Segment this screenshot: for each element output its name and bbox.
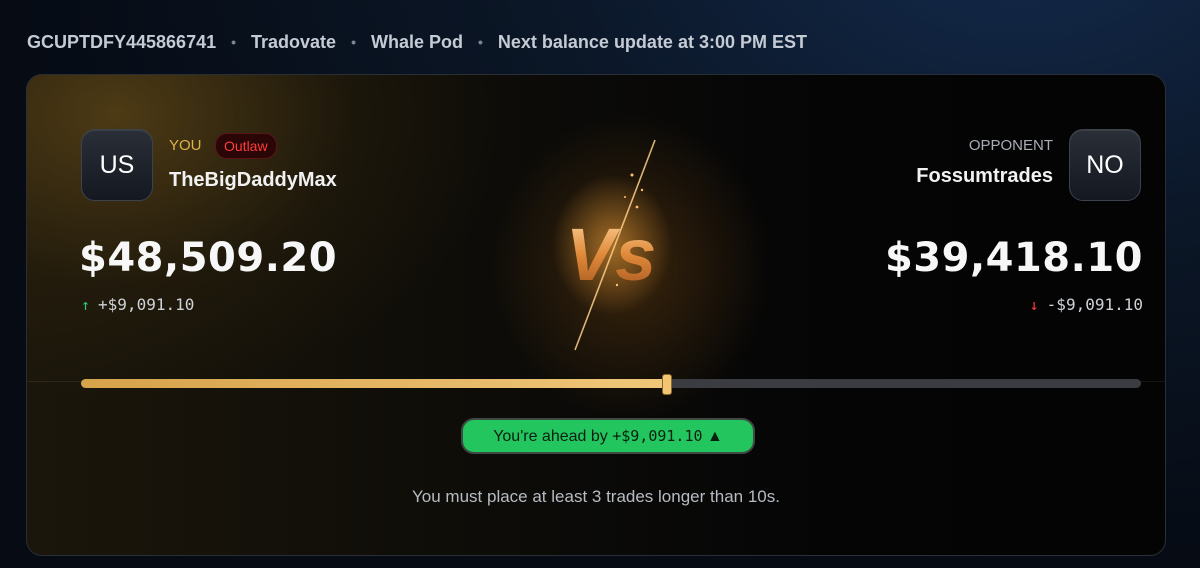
opponent-change: ↓ -$9,091.10 bbox=[1030, 295, 1143, 314]
arrow-up-icon: ↑ bbox=[81, 295, 91, 314]
lead-progress-bar bbox=[81, 374, 1141, 395]
you-username: TheBigDaddyMax bbox=[169, 169, 337, 191]
account-id: GCUPTDFY445866741 bbox=[27, 31, 217, 52]
separator-dot: • bbox=[231, 34, 237, 50]
you-change: ↑ +$9,091.10 bbox=[81, 295, 194, 314]
matchup-card: US YOU Outlaw TheBigDaddyMax $48,509.20 … bbox=[26, 74, 1166, 556]
pod-name: Whale Pod bbox=[370, 31, 463, 52]
opponent-balance: $39,418.10 bbox=[884, 235, 1143, 281]
outlaw-badge: Outlaw bbox=[215, 133, 277, 159]
platform-name: Tradovate bbox=[251, 31, 337, 52]
separator-dot: • bbox=[477, 34, 483, 50]
trade-requirement-note: You must place at least 3 trades longer … bbox=[412, 487, 780, 506]
you-change-value: +$9,091.10 bbox=[98, 295, 195, 314]
lead-progress-marker bbox=[662, 374, 673, 395]
versus-label: Vs bbox=[566, 213, 657, 296]
opponent-label: OPPONENT bbox=[968, 137, 1053, 154]
versus-icon: Vs bbox=[552, 139, 672, 351]
you-balance: $48,509.20 bbox=[79, 235, 338, 281]
top-info-bar: GCUPTDFY445866741 • Tradovate • Whale Po… bbox=[27, 30, 807, 54]
opponent-avatar[interactable]: NO bbox=[1069, 129, 1141, 201]
you-label: YOU bbox=[169, 137, 202, 154]
lead-status-pill: You're ahead by +$9,091.10 ▲ bbox=[461, 418, 755, 454]
opponent-change-value: -$9,091.10 bbox=[1046, 295, 1143, 314]
lead-status-amount: +$9,091.10 bbox=[612, 427, 703, 445]
triangle-up-icon: ▲ bbox=[706, 428, 723, 445]
arrow-down-icon: ↓ bbox=[1029, 295, 1039, 314]
you-avatar[interactable]: US bbox=[81, 129, 153, 201]
separator-dot: • bbox=[351, 34, 356, 50]
opponent-username: Fossumtrades bbox=[916, 165, 1053, 187]
next-update-text: Next balance update at 3:00 PM EST bbox=[497, 31, 807, 52]
lead-status-text: You're ahead by bbox=[493, 428, 608, 445]
lead-progress-fill bbox=[81, 379, 667, 388]
